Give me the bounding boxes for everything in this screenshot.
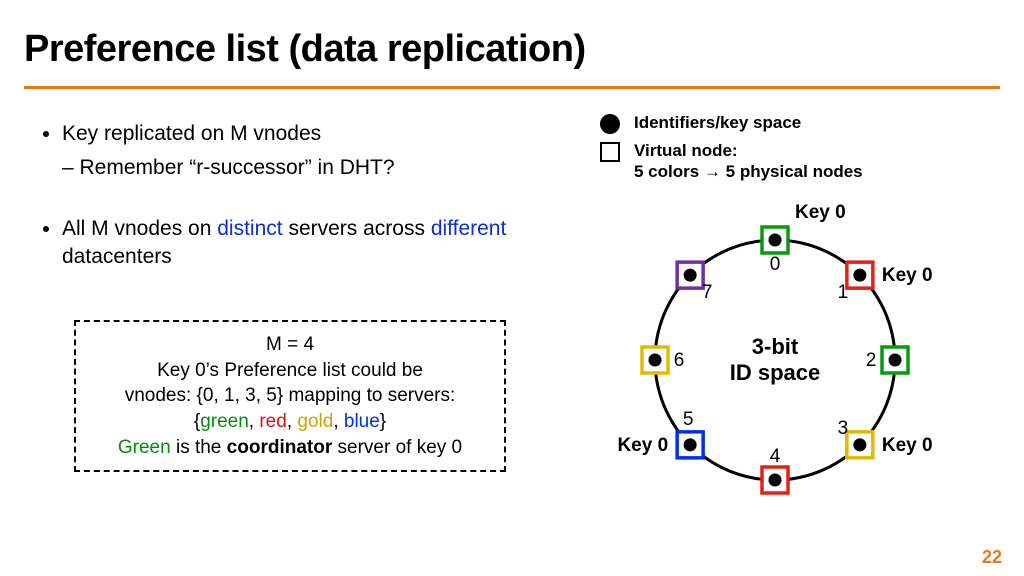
bullet-2: All M vnodes on distinct servers across … [62, 215, 510, 272]
vnode-id-1: 1 [838, 282, 849, 303]
id-dot-7 [684, 269, 697, 282]
bullet-list: Key replicated on M vnodes Remember “r-s… [40, 120, 510, 277]
square-icon [600, 142, 620, 162]
example-box: M = 4 Key 0’s Preference list could be v… [74, 320, 506, 472]
bullet-2-pre: All M vnodes on [62, 217, 217, 240]
id-dot-5 [684, 438, 697, 451]
bullet-2-mid: servers across [283, 217, 431, 240]
id-dot-4 [769, 474, 782, 487]
box-line-4: {green, red, gold, blue} [90, 409, 490, 435]
id-dot-1 [853, 269, 866, 282]
bullet-2-post: datacenters [62, 245, 172, 268]
bullet-1a: Remember “r-successor” in DHT? [62, 154, 510, 182]
vnode-id-0: 0 [770, 254, 781, 275]
box-line-1: M = 4 [90, 332, 490, 358]
key-label-1: Key 0 [882, 265, 933, 286]
vnode-id-6: 6 [674, 350, 685, 371]
bullet-1: Key replicated on M vnodes [62, 120, 510, 148]
vnode-id-7: 7 [702, 282, 713, 303]
key-label-0: Key 0 [795, 202, 846, 223]
bullet-2-distinct: distinct [217, 217, 282, 240]
legend: Identifiers/key space Virtual node: 5 co… [600, 112, 863, 189]
ring-center-line1: 3-bit [752, 334, 799, 359]
ring-diagram: 3-bitID space 0 Key 0 1 Key 0 2 3 Key 0 4 5 Key 0 6… [560, 190, 990, 550]
id-dot-3 [853, 438, 866, 451]
box-line-2: Key 0’s Preference list could be [90, 358, 490, 384]
box-line-3: vnodes: {0, 1, 3, 5} mapping to servers: [90, 383, 490, 409]
bullet-2-different: different [431, 217, 507, 240]
id-dot-6 [649, 354, 662, 367]
dot-icon [600, 114, 620, 134]
vnode-id-4: 4 [770, 446, 781, 467]
vnode-id-3: 3 [838, 418, 849, 439]
vnode-id-5: 5 [683, 409, 694, 430]
key-label-5: Key 0 [617, 435, 668, 456]
slide-title: Preference list (data replication) [24, 28, 586, 71]
key-label-3: Key 0 [882, 435, 933, 456]
title-divider [24, 86, 1000, 89]
page-number: 22 [982, 547, 1002, 568]
vnode-id-2: 2 [866, 350, 877, 371]
ring-center-line2: ID space [730, 360, 821, 385]
id-dot-0 [769, 234, 782, 247]
legend-row-vnode: Virtual node: 5 colors → 5 physical node… [600, 140, 863, 183]
id-dot-2 [889, 354, 902, 367]
legend-row-identifiers: Identifiers/key space [600, 112, 863, 134]
legend-text-1: Identifiers/key space [634, 112, 801, 133]
legend-text-2: Virtual node: 5 colors → 5 physical node… [634, 140, 863, 183]
box-line-5: Green is the coordinator server of key 0 [90, 435, 490, 461]
